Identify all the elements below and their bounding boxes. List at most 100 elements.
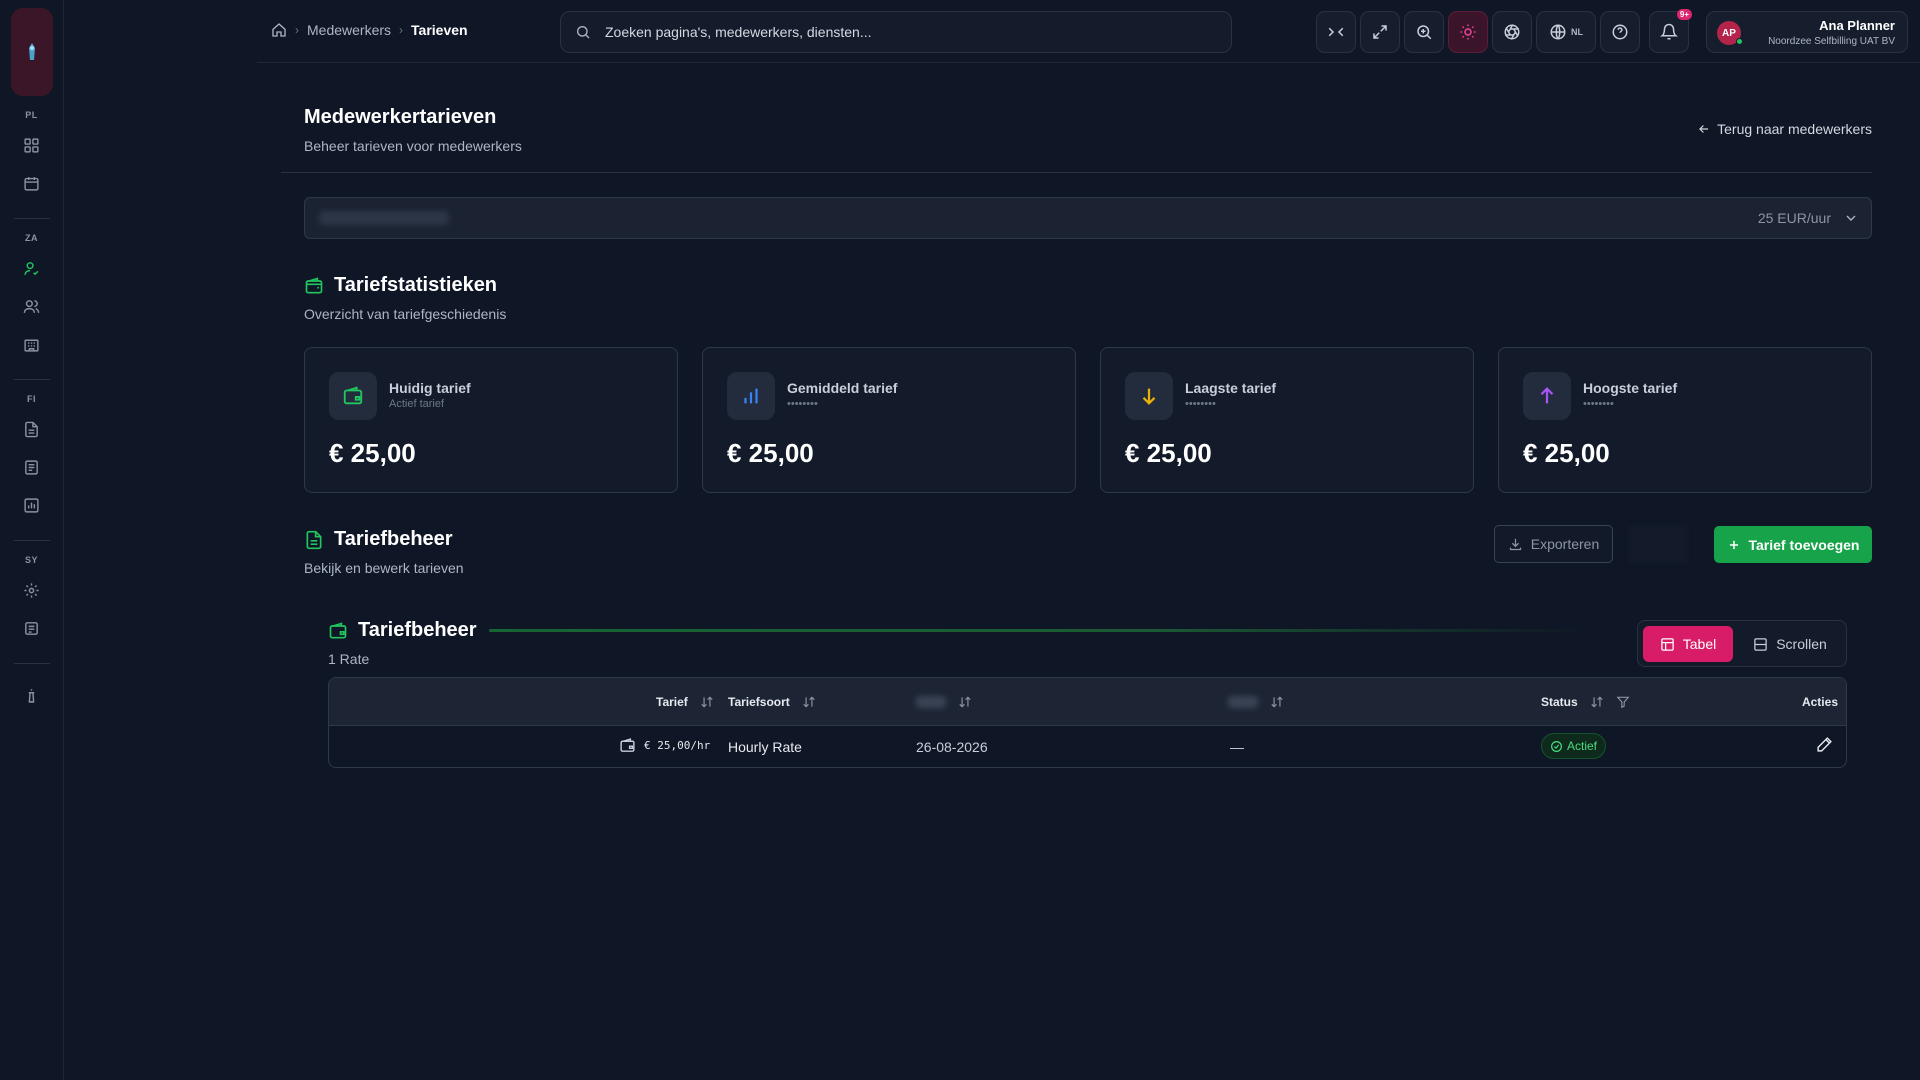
column-type-label: Tariefsoort xyxy=(728,695,790,709)
bar-chart-icon xyxy=(744,388,758,404)
column-header-type[interactable]: Tariefsoort xyxy=(728,695,816,709)
breadcrumb-medewerkers[interactable]: Medewerkers xyxy=(307,22,391,38)
table-header: Tarief Tariefsoort Status Acties xyxy=(329,678,1846,726)
arrow-down-icon xyxy=(1142,388,1156,405)
stat-label: Laagste tarief xyxy=(1185,380,1277,396)
sidebar-item-buildings[interactable] xyxy=(13,325,51,363)
blurred-button[interactable] xyxy=(1628,525,1688,563)
column-header-rate[interactable]: Tarief xyxy=(656,695,714,709)
arrow-left-icon xyxy=(1699,125,1709,133)
expand-icon xyxy=(1373,25,1387,39)
export-button[interactable]: Exporteren xyxy=(1494,525,1613,563)
app-logo[interactable] xyxy=(10,8,53,96)
user-menu[interactable]: AP Ana Planner Noordzee Selfbilling UAT … xyxy=(1706,11,1908,53)
collapse-arrows-icon xyxy=(1328,27,1344,37)
lighthouse-icon xyxy=(28,688,35,703)
stat-card-current: Huidig tarief Actief tarief € 25,00 xyxy=(304,347,678,493)
status-label: Actief xyxy=(1567,739,1598,753)
avatar: AP xyxy=(1717,21,1743,45)
view-toggle: Tabel Scrollen xyxy=(1637,620,1847,667)
back-link-label: Terug naar medewerkers xyxy=(1717,121,1872,137)
search-bar[interactable] xyxy=(560,11,1232,53)
rate-value: € 25,00/hr xyxy=(644,739,711,752)
stat-sublabel: •••••••• xyxy=(1185,398,1216,410)
table-icon xyxy=(1661,637,1674,651)
column-status-label: Status xyxy=(1541,695,1578,709)
home-icon[interactable] xyxy=(271,22,287,38)
sort-icon[interactable] xyxy=(700,695,714,709)
user-check-icon xyxy=(24,261,39,275)
header-divider xyxy=(281,172,1872,173)
bell-icon xyxy=(1660,23,1678,40)
zoom-button[interactable] xyxy=(1404,11,1444,53)
sidebar-item-calendar[interactable] xyxy=(13,164,51,202)
aperture-icon xyxy=(1504,24,1520,40)
cell-type: Hourly Rate xyxy=(728,739,802,755)
back-to-employees-link[interactable]: Terug naar medewerkers xyxy=(1697,121,1872,137)
sidebar-item-logs[interactable] xyxy=(13,609,51,647)
stat-value: € 25,00 xyxy=(1125,438,1212,468)
search-input[interactable] xyxy=(605,24,1165,40)
sort-icon[interactable] xyxy=(1270,695,1284,709)
appearance-button[interactable] xyxy=(1492,11,1532,53)
breadcrumb-separator: › xyxy=(399,23,404,37)
sidebar-item-dashboard[interactable] xyxy=(13,126,51,164)
page-subtitle: Beheer tarieven voor medewerkers xyxy=(304,138,522,154)
sun-icon xyxy=(1460,24,1476,40)
sort-icon[interactable] xyxy=(1590,695,1604,709)
rates-table: Tarief Tariefsoort Status Acties € 25,00… xyxy=(328,677,1847,768)
rows-icon xyxy=(1754,637,1767,651)
redacted-header xyxy=(916,696,946,708)
file-text-icon xyxy=(306,530,322,549)
edit-rate-button[interactable] xyxy=(1816,736,1833,753)
download-icon xyxy=(1509,538,1521,550)
globe-icon xyxy=(1550,24,1566,40)
sort-icon[interactable] xyxy=(802,695,816,709)
management-title-text: Tariefbeheer xyxy=(334,528,453,550)
column-header-start-date[interactable] xyxy=(916,695,972,709)
column-header-status[interactable]: Status xyxy=(1541,695,1630,709)
sidebar-item-employees-active[interactable] xyxy=(13,249,51,287)
selected-rate-value: 25 EUR/uur xyxy=(1757,210,1831,226)
chevron-down-icon xyxy=(1846,215,1856,221)
bar-chart-icon xyxy=(24,497,39,513)
language-label: NL xyxy=(1571,27,1583,37)
table-title: Tariefbeheer xyxy=(328,619,477,642)
rate-count: 1 Rate xyxy=(328,651,370,667)
sidebar-item-settings[interactable] xyxy=(13,571,51,609)
stat-value: € 25,00 xyxy=(329,438,416,468)
sidebar-section-pl: PL xyxy=(25,110,38,120)
sort-icon[interactable] xyxy=(958,695,972,709)
sidebar-item-documents[interactable] xyxy=(13,410,51,448)
add-rate-button[interactable]: Tarief toevoegen xyxy=(1714,526,1872,563)
theme-toggle-button[interactable] xyxy=(1448,11,1488,53)
sidebar-item-users[interactable] xyxy=(13,287,51,325)
check-circle-icon xyxy=(1551,740,1562,752)
scroll-icon xyxy=(25,621,38,635)
sidebar-item-reports[interactable] xyxy=(13,486,51,524)
sidebar: PL ZA FI SY xyxy=(0,0,64,1080)
stats-section-title: Tariefstatistieken xyxy=(304,274,497,297)
sidebar-item-lighthouse[interactable] xyxy=(13,676,51,714)
filter-icon[interactable] xyxy=(1616,695,1630,709)
collapse-button[interactable] xyxy=(1316,11,1356,53)
sidebar-item-invoices[interactable] xyxy=(13,448,51,486)
wallet-icon xyxy=(305,276,323,293)
view-scroll-tab[interactable]: Scrollen xyxy=(1740,626,1840,662)
sidebar-divider xyxy=(13,379,50,380)
users-icon xyxy=(23,299,40,313)
language-button[interactable]: NL xyxy=(1536,11,1596,53)
view-table-tab[interactable]: Tabel xyxy=(1643,626,1733,662)
help-button[interactable] xyxy=(1600,11,1640,53)
breadcrumb-separator: › xyxy=(295,23,299,37)
stat-label: Gemiddeld tarief xyxy=(787,380,898,396)
redacted-header xyxy=(1228,696,1258,708)
fullscreen-button[interactable] xyxy=(1360,11,1400,53)
notifications-button[interactable]: 9+ xyxy=(1649,9,1692,53)
notification-badge: 9+ xyxy=(1676,9,1692,20)
stats-subtitle: Overzicht van tariefgeschiedenis xyxy=(304,306,507,322)
stat-icon-wrapper xyxy=(1125,372,1173,420)
calendar-icon xyxy=(24,176,39,191)
column-header-end-date[interactable] xyxy=(1228,695,1284,709)
employee-rate-select[interactable]: 25 EUR/uur xyxy=(304,197,1872,239)
